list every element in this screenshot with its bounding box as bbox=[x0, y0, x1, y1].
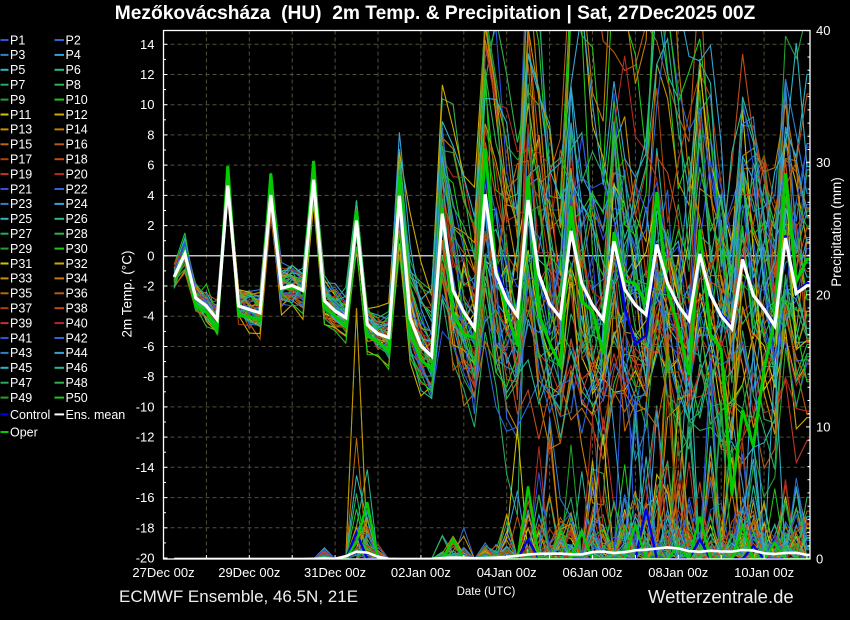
svg-text:P34: P34 bbox=[66, 272, 88, 286]
svg-text:14: 14 bbox=[140, 37, 154, 52]
svg-text:P29: P29 bbox=[10, 242, 32, 256]
svg-text:2m Temp. (°C): 2m Temp. (°C) bbox=[120, 251, 135, 338]
svg-text:P1: P1 bbox=[10, 33, 25, 47]
svg-text:P49: P49 bbox=[10, 391, 32, 405]
svg-text:P28: P28 bbox=[66, 227, 88, 241]
svg-text:-2: -2 bbox=[143, 279, 155, 294]
svg-text:P35: P35 bbox=[10, 287, 32, 301]
svg-text:P44: P44 bbox=[66, 346, 88, 360]
svg-text:P16: P16 bbox=[66, 138, 88, 152]
svg-text:P2: P2 bbox=[66, 33, 81, 47]
svg-text:P38: P38 bbox=[66, 302, 88, 316]
svg-text:8: 8 bbox=[147, 127, 154, 142]
svg-text:P45: P45 bbox=[10, 361, 32, 375]
svg-text:P21: P21 bbox=[10, 182, 32, 196]
svg-text:06Jan 00z: 06Jan 00z bbox=[563, 565, 623, 580]
svg-text:P17: P17 bbox=[10, 153, 32, 167]
svg-text:P14: P14 bbox=[66, 123, 88, 137]
svg-text:Ens. mean: Ens. mean bbox=[66, 408, 126, 422]
svg-text:Wetterzentrale.de: Wetterzentrale.de bbox=[648, 586, 794, 607]
svg-text:08Jan 00z: 08Jan 00z bbox=[648, 565, 708, 580]
svg-text:02Jan 00z: 02Jan 00z bbox=[391, 565, 451, 580]
svg-text:P12: P12 bbox=[66, 108, 88, 122]
svg-text:P6: P6 bbox=[66, 63, 81, 77]
svg-text:P5: P5 bbox=[10, 63, 25, 77]
svg-text:P33: P33 bbox=[10, 272, 32, 286]
svg-text:10: 10 bbox=[816, 419, 830, 434]
svg-text:P37: P37 bbox=[10, 302, 32, 316]
svg-text:20: 20 bbox=[816, 287, 830, 302]
svg-text:P25: P25 bbox=[10, 212, 32, 226]
svg-text:-6: -6 bbox=[143, 339, 155, 354]
svg-text:P31: P31 bbox=[10, 257, 32, 271]
svg-text:P42: P42 bbox=[66, 331, 88, 345]
svg-text:0: 0 bbox=[816, 552, 823, 567]
svg-text:40: 40 bbox=[816, 23, 830, 38]
svg-text:P13: P13 bbox=[10, 123, 32, 137]
svg-text:P23: P23 bbox=[10, 197, 32, 211]
svg-text:04Jan 00z: 04Jan 00z bbox=[477, 565, 537, 580]
svg-text:P10: P10 bbox=[66, 93, 88, 107]
svg-text:P41: P41 bbox=[10, 331, 32, 345]
svg-text:-14: -14 bbox=[136, 460, 155, 475]
svg-text:10Jan 00z: 10Jan 00z bbox=[734, 565, 794, 580]
svg-text:P48: P48 bbox=[66, 376, 88, 390]
svg-text:P15: P15 bbox=[10, 138, 32, 152]
svg-text:P19: P19 bbox=[10, 167, 32, 181]
svg-text:-4: -4 bbox=[143, 309, 155, 324]
svg-text:P24: P24 bbox=[66, 197, 88, 211]
svg-text:P3: P3 bbox=[10, 48, 25, 62]
svg-text:P43: P43 bbox=[10, 346, 32, 360]
svg-text:Control: Control bbox=[10, 408, 50, 422]
svg-text:Oper: Oper bbox=[10, 426, 38, 440]
svg-text:-10: -10 bbox=[136, 399, 155, 414]
svg-text:P9: P9 bbox=[10, 93, 25, 107]
svg-text:P27: P27 bbox=[10, 227, 32, 241]
svg-text:-12: -12 bbox=[136, 430, 155, 445]
svg-text:Mezőkovácsháza (HU) 2m Temp.: Mezőkovácsháza (HU) 2m Temp. & Precipita… bbox=[115, 3, 756, 24]
svg-text:-18: -18 bbox=[136, 520, 155, 535]
svg-text:P36: P36 bbox=[66, 287, 88, 301]
svg-text:P39: P39 bbox=[10, 316, 32, 330]
svg-text:P26: P26 bbox=[66, 212, 88, 226]
svg-text:4: 4 bbox=[147, 188, 154, 203]
svg-text:P32: P32 bbox=[66, 257, 88, 271]
svg-text:-8: -8 bbox=[143, 369, 155, 384]
svg-text:P22: P22 bbox=[66, 182, 88, 196]
svg-text:P11: P11 bbox=[10, 108, 31, 122]
svg-text:P4: P4 bbox=[66, 48, 81, 62]
svg-text:2: 2 bbox=[147, 218, 154, 233]
svg-text:P47: P47 bbox=[10, 376, 32, 390]
svg-text:ECMWF Ensemble, 46.5N, 21E: ECMWF Ensemble, 46.5N, 21E bbox=[119, 587, 358, 606]
svg-text:0: 0 bbox=[147, 248, 154, 263]
svg-text:P46: P46 bbox=[66, 361, 88, 375]
svg-text:-20: -20 bbox=[136, 551, 155, 566]
svg-text:P7: P7 bbox=[10, 78, 25, 92]
svg-text:-16: -16 bbox=[136, 490, 155, 505]
svg-text:Date (UTC): Date (UTC) bbox=[457, 586, 516, 598]
svg-text:27Dec 00z: 27Dec 00z bbox=[132, 565, 194, 580]
svg-text:P50: P50 bbox=[66, 391, 88, 405]
svg-text:12: 12 bbox=[140, 67, 154, 82]
svg-text:10: 10 bbox=[140, 97, 154, 112]
svg-text:P8: P8 bbox=[66, 78, 81, 92]
svg-text:31Dec 00z: 31Dec 00z bbox=[304, 565, 366, 580]
svg-text:6: 6 bbox=[147, 158, 154, 173]
svg-text:29Dec 00z: 29Dec 00z bbox=[218, 565, 280, 580]
svg-text:Precipitation (mm): Precipitation (mm) bbox=[829, 177, 844, 287]
svg-text:P30: P30 bbox=[66, 242, 88, 256]
svg-text:P18: P18 bbox=[66, 153, 88, 167]
svg-text:P40: P40 bbox=[66, 316, 88, 330]
svg-text:P20: P20 bbox=[66, 167, 88, 181]
svg-text:30: 30 bbox=[816, 155, 830, 170]
